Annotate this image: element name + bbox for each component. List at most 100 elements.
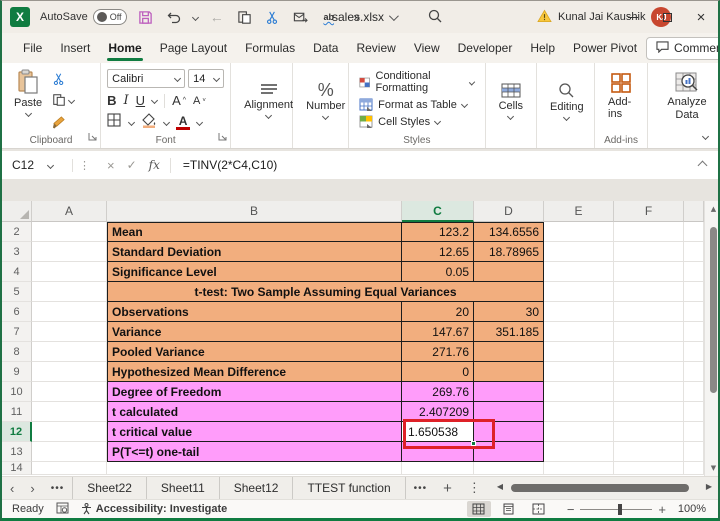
cell-G9[interactable]: [684, 362, 704, 382]
select-all-corner[interactable]: [2, 201, 32, 222]
tab-home[interactable]: Home: [99, 34, 150, 62]
font-name-select[interactable]: Calibri: [107, 69, 185, 88]
cell-A8[interactable]: [32, 342, 107, 362]
cell-A12[interactable]: [32, 422, 107, 442]
cell-G4[interactable]: [684, 262, 704, 282]
format-painter-button[interactable]: [52, 114, 74, 130]
cell-partial-row[interactable]: [402, 462, 474, 475]
cell-B2[interactable]: Mean: [107, 222, 402, 242]
cell-A6[interactable]: [32, 302, 107, 322]
tab-developer[interactable]: Developer: [449, 34, 522, 62]
zoom-slider[interactable]: [580, 509, 652, 510]
borders-dropdown-icon[interactable]: [128, 119, 135, 126]
cell-A5[interactable]: [32, 282, 107, 302]
cell-E10[interactable]: [544, 382, 614, 402]
cell-F2[interactable]: [614, 222, 684, 242]
row-header-3[interactable]: 3: [2, 242, 32, 262]
cell-D3[interactable]: 18.78965: [474, 242, 544, 262]
cell-A3[interactable]: [32, 242, 107, 262]
name-box-splitter[interactable]: ⋮: [72, 159, 97, 172]
tab-view[interactable]: View: [405, 34, 449, 62]
cell-B4[interactable]: Significance Level: [107, 262, 402, 282]
fill-color-button[interactable]: [141, 113, 157, 133]
autosave-toggle[interactable]: AutoSave Off: [40, 9, 127, 25]
cell-G7[interactable]: [684, 322, 704, 342]
cell-A10[interactable]: [32, 382, 107, 402]
normal-view-button[interactable]: [467, 501, 491, 517]
share-mail-icon[interactable]: [292, 8, 310, 26]
cell-B13[interactable]: P(T<=t) one-tail: [107, 442, 402, 462]
cell-B3[interactable]: Standard Deviation: [107, 242, 402, 262]
cell-G6[interactable]: [684, 302, 704, 322]
cell-C2[interactable]: 123.2: [402, 222, 474, 242]
accessibility-status[interactable]: Accessibility: Investigate: [81, 503, 227, 515]
row-header-11[interactable]: 11: [2, 402, 32, 422]
cell-B6[interactable]: Observations: [107, 302, 402, 322]
enter-icon[interactable]: ✓: [127, 158, 137, 172]
cell-G11[interactable]: [684, 402, 704, 422]
cell-F11[interactable]: [614, 402, 684, 422]
formula-input[interactable]: =TINV(2*C4,C10): [171, 158, 699, 172]
maximize-button[interactable]: [650, 1, 684, 33]
cell-A11[interactable]: [32, 402, 107, 422]
cell-B8[interactable]: Pooled Variance: [107, 342, 402, 362]
column-header-e[interactable]: E: [544, 201, 614, 222]
sheet-overflow-icon[interactable]: •••: [406, 477, 436, 499]
cell-F3[interactable]: [614, 242, 684, 262]
cell-G8[interactable]: [684, 342, 704, 362]
cancel-icon[interactable]: ×: [107, 158, 115, 173]
cell-F9[interactable]: [614, 362, 684, 382]
zoom-in-button[interactable]: +: [658, 502, 666, 517]
alignment-button[interactable]: Alignment: [237, 80, 300, 121]
cell-F13[interactable]: [614, 442, 684, 462]
undo-dropdown-icon[interactable]: [192, 13, 199, 20]
tab-review[interactable]: Review: [347, 34, 404, 62]
cell-F4[interactable]: [614, 262, 684, 282]
macro-record-icon[interactable]: [56, 502, 69, 517]
insert-function-icon[interactable]: fx: [149, 158, 160, 172]
cell-F7[interactable]: [614, 322, 684, 342]
row-header-6[interactable]: 6: [2, 302, 32, 322]
cell-E2[interactable]: [544, 222, 614, 242]
row-header-9[interactable]: 9: [2, 362, 32, 382]
row-header-10[interactable]: 10: [2, 382, 32, 402]
copy-button[interactable]: [52, 92, 74, 108]
cell-D2[interactable]: 134.6556: [474, 222, 544, 242]
sheet-list-icon[interactable]: •••: [43, 477, 73, 499]
cell-G2[interactable]: [684, 222, 704, 242]
cell-E6[interactable]: [544, 302, 614, 322]
column-header-f[interactable]: F: [614, 201, 684, 222]
cell-B12[interactable]: t critical value: [107, 422, 402, 442]
addins-button[interactable]: Add-ins: [601, 69, 641, 123]
cell-F5[interactable]: [614, 282, 684, 302]
cell-E11[interactable]: [544, 402, 614, 422]
cell-D10[interactable]: [474, 382, 544, 402]
analyze-data-button[interactable]: Analyze Data: [654, 69, 720, 125]
search-icon[interactable]: [427, 8, 443, 29]
tab-file[interactable]: File: [14, 34, 51, 62]
fill-handle[interactable]: [471, 441, 476, 446]
copy-icon[interactable]: [236, 8, 254, 26]
cell-E7[interactable]: [544, 322, 614, 342]
cell-partial-row[interactable]: [544, 462, 614, 475]
row-header-13[interactable]: 13: [2, 442, 32, 462]
formula-bar-collapse-icon[interactable]: [699, 156, 718, 174]
row-header-5[interactable]: 5: [2, 282, 32, 302]
cell-B7[interactable]: Variance: [107, 322, 402, 342]
cell-D9[interactable]: [474, 362, 544, 382]
horizontal-scroll-thumb[interactable]: [511, 484, 689, 492]
cut-icon[interactable]: [264, 8, 282, 26]
cell-F12[interactable]: [614, 422, 684, 442]
cell-C7[interactable]: 147.67: [402, 322, 474, 342]
cell-C4[interactable]: 0.05: [402, 262, 474, 282]
cell-E5[interactable]: [544, 282, 614, 302]
cell-partial-row[interactable]: [684, 462, 704, 475]
cell-E8[interactable]: [544, 342, 614, 362]
tab-page-layout[interactable]: Page Layout: [151, 34, 236, 62]
column-header-a[interactable]: A: [32, 201, 107, 222]
cell-G10[interactable]: [684, 382, 704, 402]
cell-F8[interactable]: [614, 342, 684, 362]
vertical-scroll-thumb[interactable]: [710, 227, 717, 393]
underline-dropdown-icon[interactable]: [151, 97, 158, 104]
add-sheet-button[interactable]: +: [435, 477, 460, 499]
